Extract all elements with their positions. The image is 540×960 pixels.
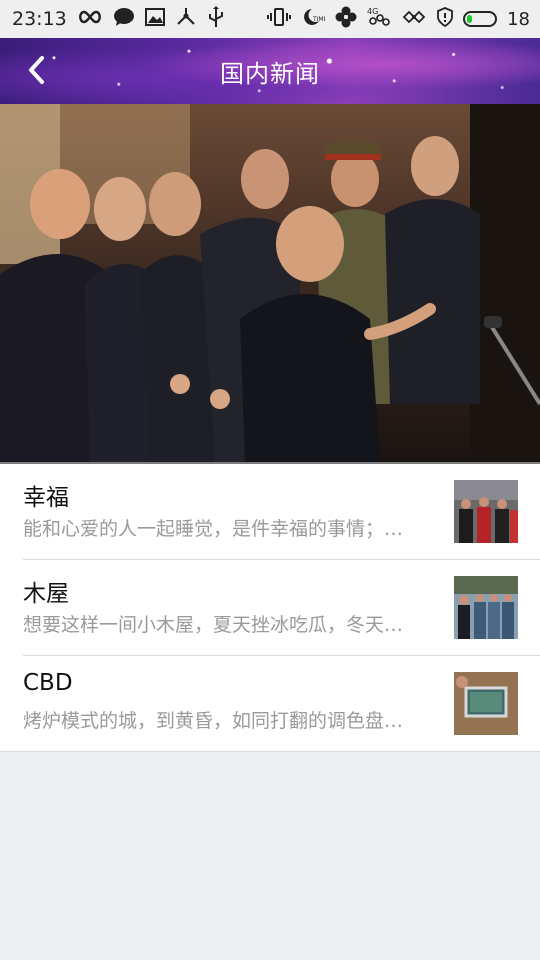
status-time: 23:13 (12, 8, 67, 30)
4g-signal-icon: 4G (367, 6, 391, 32)
chat-bubble-icon (113, 7, 135, 31)
news-item[interactable]: 幸福 能和心爱的人一起睡觉，是件幸福的事情；… (0, 464, 540, 560)
news-thumbnail (454, 576, 518, 639)
news-item-summary: 想要这样一间小木屋，夏天挫冰吃瓜，冬天… (23, 614, 404, 636)
news-item-summary: 烤炉模式的城，到黄昏，如同打翻的调色盘… (23, 710, 404, 732)
news-item-summary: 能和心爱的人一起睡觉，是件幸福的事情；… (23, 518, 404, 540)
infinity-icon (77, 9, 103, 29)
news-item-title: 幸福 (23, 485, 69, 511)
usb-icon (207, 6, 225, 32)
flower-icon (401, 7, 427, 31)
news-item[interactable]: CBD 烤炉模式的城，到黄昏，如同打翻的调色盘… (0, 656, 540, 752)
image-icon (144, 8, 165, 30)
chevron-left-icon (29, 56, 44, 84)
battery-icon (463, 11, 498, 27)
leaf-icon (335, 6, 357, 32)
status-bar-left: 23:13 (12, 6, 225, 32)
hero-image[interactable] (0, 104, 540, 462)
status-bar: 23:13 TIME 4G (0, 0, 540, 38)
battery-level-fill (467, 15, 472, 23)
battery-percent: 18 (507, 8, 530, 30)
svg-text:TIME: TIME (312, 16, 325, 23)
page-title: 国内新闻 (220, 59, 320, 88)
status-bar-right: TIME 4G 18 (267, 6, 530, 32)
svg-text:4G: 4G (367, 7, 378, 16)
news-list: 幸福 能和心爱的人一起睡觉，是件幸福的事情；… 木屋 想要这样一间小木屋，夏天挫… (0, 464, 540, 752)
header-bar: 国内新闻 (0, 38, 540, 104)
moon-time-icon: TIME (301, 7, 328, 31)
news-item-title: 木屋 (23, 581, 69, 607)
hero-photo (0, 104, 540, 462)
usb-share-icon (175, 7, 197, 31)
back-button[interactable] (18, 52, 54, 88)
news-item-title: CBD (23, 670, 73, 696)
news-thumbnail (454, 480, 518, 543)
shield-icon (437, 7, 453, 31)
news-thumbnail (454, 672, 518, 735)
vibrate-icon (267, 8, 292, 30)
news-item[interactable]: 木屋 想要这样一间小木屋，夏天挫冰吃瓜，冬天… (0, 560, 540, 656)
